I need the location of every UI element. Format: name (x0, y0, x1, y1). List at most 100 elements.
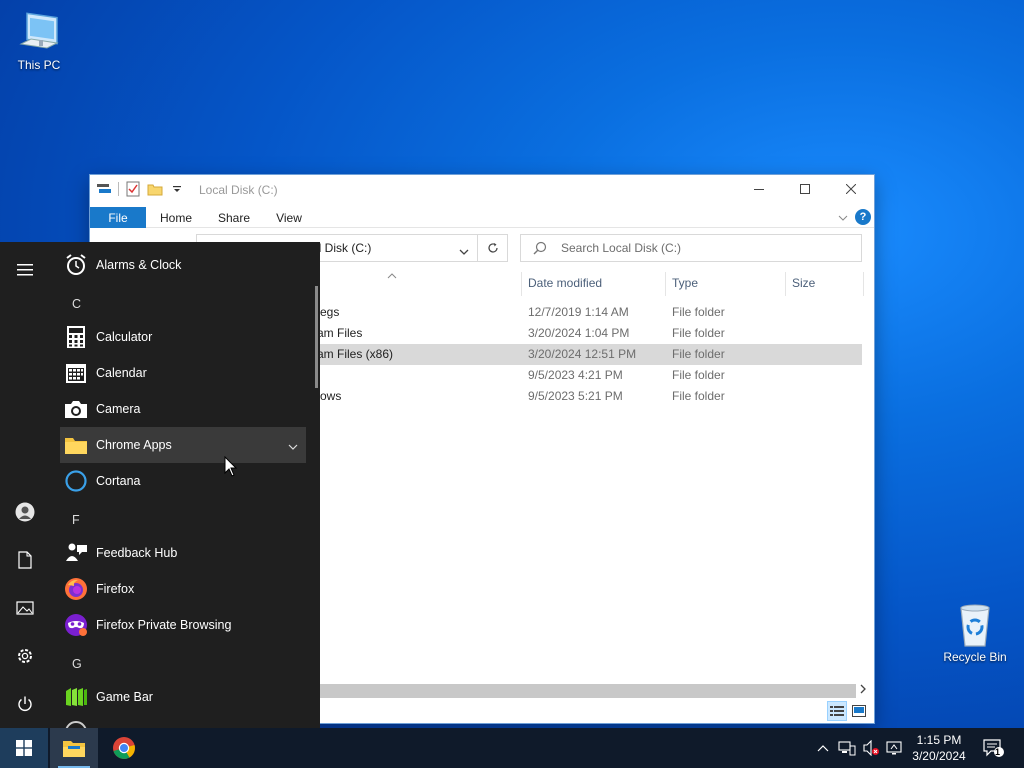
tab-home[interactable]: Home (156, 207, 196, 228)
display-icon[interactable] (886, 739, 904, 757)
toolbar-separator (118, 182, 119, 196)
start-menu-rail (0, 242, 50, 728)
start-menu-scrollbar[interactable] (315, 286, 318, 388)
taskbar-chrome[interactable] (100, 728, 148, 768)
row-type: File folder (672, 305, 725, 319)
window-title: Local Disk (C:) (199, 183, 278, 197)
maximize-button[interactable] (782, 175, 828, 203)
user-icon[interactable] (13, 500, 37, 524)
horizontal-scrollbar[interactable] (320, 684, 856, 698)
app-feedback-hub[interactable]: Feedback Hub (60, 535, 306, 571)
firefox-private-icon (64, 613, 88, 637)
minimize-icon (754, 189, 764, 190)
windows-start-icon (16, 740, 32, 756)
desktop-icon-this-pc[interactable]: This PC (0, 10, 79, 72)
this-pc-icon (19, 12, 59, 49)
letter-header-g[interactable]: G (72, 657, 82, 671)
refresh-button[interactable] (478, 234, 508, 262)
documents-icon[interactable] (13, 548, 37, 572)
table-row-selected[interactable]: am Files (x86) 3/20/2024 12:51 PM File f… (317, 344, 862, 365)
column-size[interactable]: Size (792, 276, 815, 290)
row-type: File folder (672, 368, 725, 382)
refresh-icon (487, 243, 498, 253)
hamburger-icon[interactable] (13, 258, 37, 282)
expand-ribbon-icon[interactable] (838, 211, 848, 225)
column-divider (665, 272, 666, 296)
letter-header-f[interactable]: F (72, 513, 80, 527)
minimize-button[interactable] (736, 175, 782, 203)
clock-date: 3/20/2024 (912, 749, 966, 763)
network-icon[interactable] (838, 739, 856, 757)
alarm-clock-icon (64, 253, 88, 277)
app-folder-chrome-apps[interactable]: Chrome Apps (60, 427, 306, 463)
tab-file[interactable]: File (90, 207, 146, 228)
title-bar[interactable]: Local Disk (C:) (90, 175, 874, 203)
close-button[interactable] (828, 175, 874, 203)
customize-toolbar-icon[interactable] (169, 181, 185, 197)
table-row[interactable]: egs 12/7/2019 1:14 AM File folder (320, 302, 862, 323)
chevron-down-icon[interactable] (288, 439, 298, 453)
sort-arrow-icon[interactable] (387, 268, 397, 282)
system-menu-icon[interactable] (96, 181, 112, 197)
desktop-icon-recycle-bin[interactable]: Recycle Bin (935, 602, 1015, 664)
letter-header-c[interactable]: C (72, 297, 81, 311)
taskbar-file-explorer[interactable] (50, 728, 98, 768)
desktop-icon-label: This PC (17, 58, 61, 72)
app-label: Alarms & Clock (96, 258, 182, 272)
chrome-icon (113, 737, 135, 759)
search-input[interactable]: Search Local Disk (C:) (520, 234, 862, 262)
details-view-icon (830, 706, 844, 716)
new-folder-icon[interactable] (147, 181, 163, 197)
folder-icon (64, 433, 88, 457)
app-cortana[interactable]: Cortana (60, 463, 306, 499)
column-divider (785, 272, 786, 296)
maximize-icon (800, 184, 810, 194)
pictures-icon[interactable] (13, 596, 37, 620)
table-row[interactable]: ows 9/5/2023 5:21 PM File folder (320, 386, 862, 407)
start-menu[interactable]: Alarms & Clock C Calculator Calendar Cam… (0, 242, 320, 728)
app-label: Game Bar (96, 690, 153, 704)
app-label: Camera (96, 402, 141, 416)
power-icon[interactable] (13, 692, 37, 716)
table-row[interactable]: 9/5/2023 4:21 PM File folder (320, 365, 862, 386)
app-camera[interactable]: Camera (60, 391, 306, 427)
game-bar-icon (64, 685, 88, 709)
camera-icon (64, 397, 88, 421)
app-label: Chrome Apps (96, 438, 172, 452)
address-path: al Disk (C:) (312, 241, 372, 255)
recycle-bin-icon (960, 604, 990, 647)
row-date: 9/5/2023 5:21 PM (528, 389, 623, 403)
mouse-cursor-icon (224, 456, 238, 477)
app-label: Feedback Hub (96, 546, 178, 560)
action-center-button[interactable]: 1 (982, 738, 1006, 758)
details-view-button[interactable] (827, 701, 847, 721)
chevron-up-icon[interactable] (814, 739, 832, 757)
app-alarms-clock[interactable]: Alarms & Clock (60, 247, 306, 283)
table-row[interactable]: am Files 3/20/2024 1:04 PM File folder (317, 323, 862, 344)
app-label: Firefox Private Browsing (96, 618, 232, 632)
app-calendar[interactable]: Calendar (60, 355, 306, 391)
address-dropdown-icon[interactable] (459, 245, 469, 259)
firefox-icon (64, 577, 88, 601)
tab-view[interactable]: View (272, 207, 306, 228)
calendar-icon (64, 361, 88, 385)
settings-icon[interactable] (13, 644, 37, 668)
volume-muted-icon[interactable] (862, 739, 880, 757)
app-label: Calendar (96, 366, 147, 380)
ribbon: File Home Share View ? (90, 203, 874, 228)
app-firefox[interactable]: Firefox (60, 571, 306, 607)
column-date-modified[interactable]: Date modified (528, 276, 602, 290)
column-type[interactable]: Type (672, 276, 698, 290)
desktop-icon-label: Recycle Bin (943, 650, 1007, 664)
app-game-bar[interactable]: Game Bar (60, 679, 306, 715)
large-icons-view-button[interactable] (849, 701, 869, 721)
start-button[interactable] (0, 728, 48, 768)
scroll-right-icon[interactable] (860, 684, 866, 697)
app-firefox-private[interactable]: Firefox Private Browsing (60, 607, 306, 643)
partial-app-icon (64, 720, 88, 728)
clock[interactable]: 1:15 PM 3/20/2024 (904, 732, 974, 764)
app-calculator[interactable]: Calculator (60, 319, 306, 355)
tab-share[interactable]: Share (214, 207, 254, 228)
help-icon[interactable]: ? (855, 209, 871, 225)
properties-icon[interactable] (125, 181, 141, 197)
